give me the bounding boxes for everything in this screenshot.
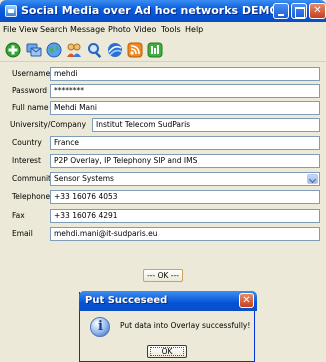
rss-icon[interactable] [127, 42, 143, 58]
password-label: Password [12, 86, 48, 95]
telephone-row: Telephone +33 16076 4053 [6, 190, 320, 204]
add-icon[interactable] [5, 42, 21, 58]
dialog-titlebar[interactable]: Put Succeseed ✕ [79, 291, 257, 311]
email-field[interactable]: mehdi.mani@it-sudparis.eu [50, 227, 320, 241]
fax-field[interactable]: +33 16076 4291 [50, 209, 320, 223]
toolbar [0, 38, 326, 62]
fax-label: Fax [12, 211, 25, 220]
menu-file[interactable]: File [3, 25, 16, 34]
form-ok-button[interactable]: --- OK --- [143, 269, 183, 282]
country-field[interactable]: France [50, 136, 320, 150]
window-titlebar[interactable]: Social Media over Ad hoc networks DEMO ✕ [0, 0, 326, 22]
fullname-label: Full name [12, 103, 49, 112]
interest-label: Interest [12, 156, 41, 165]
maximize-button[interactable] [291, 3, 307, 19]
menu-photo[interactable]: Photo [108, 25, 131, 34]
username-field[interactable]: mehdi [50, 67, 320, 81]
email-label: Email [12, 229, 33, 238]
fullname-row: Full name Mehdi Mani [6, 101, 320, 115]
menu-tools[interactable]: Tools [161, 25, 181, 34]
close-button[interactable]: ✕ [309, 3, 326, 19]
username-label: Username [12, 69, 51, 78]
globe-icon[interactable] [46, 42, 62, 58]
dialog-ok-button[interactable]: OK [147, 345, 187, 358]
community-label: Community [12, 174, 56, 183]
community-selected-value: Sensor Systems [54, 174, 114, 183]
country-row: Country France [6, 136, 320, 150]
chevron-down-icon[interactable] [307, 174, 318, 184]
menu-search[interactable]: Search [40, 25, 67, 34]
password-field[interactable]: ******** [50, 84, 320, 98]
password-row: Password ******** [6, 84, 320, 98]
university-label: University/Company [10, 120, 87, 129]
menu-help[interactable]: Help [185, 25, 203, 34]
community-icon[interactable] [66, 42, 82, 58]
minimize-button[interactable] [273, 3, 289, 19]
username-row: Username mehdi [6, 67, 320, 81]
menu-message[interactable]: Message [70, 25, 105, 34]
university-field[interactable]: Institut Telecom SudParis [92, 118, 320, 132]
email-row: Email mehdi.mani@it-sudparis.eu [6, 227, 320, 241]
university-row: University/Company Institut Telecom SudP… [6, 118, 320, 132]
info-icon: i [90, 317, 110, 337]
dialog-close-button[interactable]: ✕ [239, 293, 254, 308]
data-icon[interactable] [147, 42, 163, 58]
country-label: Country [12, 138, 42, 147]
telephone-field[interactable]: +33 16076 4053 [50, 190, 320, 204]
dialog-message: Put data into Overlay successfully! [120, 321, 251, 330]
put-succeeded-dialog: Put Succeseed ✕ i Put data into Overlay … [79, 291, 257, 362]
app-icon [5, 5, 17, 17]
search-icon[interactable] [87, 42, 103, 58]
telephone-label: Telephone [12, 192, 51, 201]
community-select[interactable]: Sensor Systems [50, 172, 320, 186]
community-row: Community Sensor Systems [6, 172, 320, 186]
fullname-field[interactable]: Mehdi Mani [50, 101, 320, 115]
menu-bar: File View Search Message Photo Video Too… [0, 22, 326, 38]
menu-view[interactable]: View [19, 25, 38, 34]
interest-row: Interest P2P Overlay, IP Telephony SIP a… [6, 154, 320, 168]
dialog-title: Put Succeseed [85, 295, 168, 306]
fax-row: Fax +33 16076 4291 [6, 209, 320, 223]
messages-icon[interactable] [26, 42, 42, 58]
window-title: Social Media over Ad hoc networks DEMO [21, 4, 279, 17]
network-icon[interactable] [107, 42, 123, 58]
menu-video[interactable]: Video [134, 25, 156, 34]
interest-field[interactable]: P2P Overlay, IP Telephony SIP and IMS [50, 154, 320, 168]
